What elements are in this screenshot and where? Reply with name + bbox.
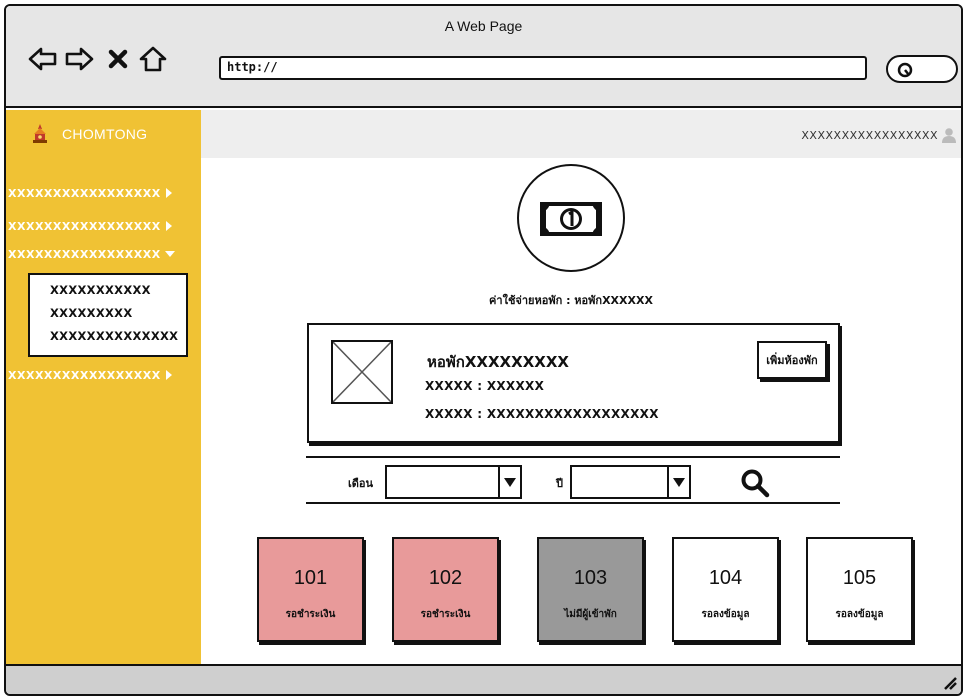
room-card-105[interactable]: 105 รอลงข้อมูล: [806, 537, 913, 642]
sidebar-item-label: XXXXXXXXXXXXXXXXX: [8, 368, 161, 382]
room-status: รอลงข้อมูล: [835, 609, 884, 620]
user-name: XXXXXXXXXXXXXXXXX: [801, 128, 938, 142]
dorm-detail-2: XXXXX : XXXXXXXXXXXXXXXXXX: [425, 407, 659, 421]
chevron-right-icon: [165, 221, 172, 231]
dropdown-arrow-icon[interactable]: [667, 467, 689, 497]
room-number: 101: [293, 567, 328, 589]
user-icon: [942, 128, 956, 143]
dorm-info-card: หอพักXXXXXXXXX XXXXX : XXXXXX XXXXX : XX…: [307, 323, 840, 443]
sidebar-item-label: XXXXXXXXXXXXXXXXX: [8, 219, 161, 233]
back-arrow-icon[interactable]: [26, 42, 60, 76]
room-card-102[interactable]: 102 รอชำระเงิน: [392, 537, 499, 642]
expense-title: ค่าใช้จ่ายหอพัก : หอพักXXXXXX: [489, 294, 653, 307]
add-room-button[interactable]: เพิ่มห้องพัก: [757, 341, 827, 379]
sidebar: XXXXXXXXXXXXXXXXX XXXXXXXXXXXXXXXXX XXXX…: [6, 158, 201, 668]
sidebar-item-1[interactable]: XXXXXXXXXXXXXXXXX: [6, 182, 201, 204]
brand[interactable]: CHOMTONG: [6, 110, 201, 158]
browser-chrome: A Web Page http://: [6, 6, 961, 108]
room-number: 102: [428, 567, 463, 589]
submenu-item[interactable]: XXXXXXXXXXXXXX: [50, 326, 186, 349]
sidebar-submenu: XXXXXXXXXXX XXXXXXXXX XXXXXXXXXXXXXX: [28, 273, 188, 357]
chevron-right-icon: [165, 188, 172, 198]
browser-search-field[interactable]: [886, 55, 958, 83]
room-card-101[interactable]: 101 รอชำระเงิน: [257, 537, 364, 642]
search-icon: [897, 62, 913, 78]
filter-bar: เดือน ปี: [306, 456, 840, 504]
submenu-item[interactable]: XXXXXXXXXXX: [50, 280, 186, 303]
room-status: รอชำระเงิน: [285, 609, 336, 620]
chevron-right-icon: [165, 370, 172, 380]
year-select[interactable]: [570, 465, 691, 499]
room-status: รอชำระเงิน: [420, 609, 471, 620]
dorm-name: หอพักXXXXXXXXX: [427, 353, 569, 371]
sidebar-item-label: XXXXXXXXXXXXXXXXX: [8, 186, 161, 200]
sidebar-item-2[interactable]: XXXXXXXXXXXXXXXXX: [6, 215, 201, 237]
room-card-104[interactable]: 104 รอลงข้อมูล: [672, 537, 779, 642]
app-header: CHOMTONG XXXXXXXXXXXXXXXXX: [6, 110, 961, 158]
year-label: ปี: [556, 477, 563, 490]
room-status: ไม่มีผู้เข้าพัก: [564, 609, 617, 620]
user-menu[interactable]: XXXXXXXXXXXXXXXXX: [801, 127, 957, 143]
room-status: รอลงข้อมูล: [701, 609, 750, 620]
month-label: เดือน: [348, 477, 374, 490]
room-number: 104: [708, 567, 743, 589]
room-number: 103: [573, 567, 608, 589]
window-title: A Web Page: [444, 18, 523, 34]
chevron-down-icon: [164, 251, 175, 257]
close-x-icon[interactable]: [101, 42, 135, 76]
dropdown-arrow-icon[interactable]: [498, 467, 520, 497]
room-number: 105: [842, 567, 877, 589]
temple-logo-icon: [33, 124, 47, 143]
room-card-103[interactable]: 103 ไม่มีผู้เข้าพัก: [537, 537, 644, 642]
home-icon[interactable]: [136, 42, 170, 76]
browser-window: A Web Page http:// CHOMTONG XXXXXXXXXXXX…: [4, 4, 963, 696]
dorm-image-placeholder: [331, 340, 393, 404]
money-bill-icon: [517, 164, 625, 272]
address-bar[interactable]: http://: [219, 56, 867, 80]
submenu-item[interactable]: XXXXXXXXX: [50, 303, 186, 326]
month-select[interactable]: [385, 465, 522, 499]
sidebar-item-4[interactable]: XXXXXXXXXXXXXXXXX: [6, 364, 201, 386]
forward-arrow-icon[interactable]: [62, 42, 96, 76]
status-bar: [6, 664, 961, 694]
sidebar-item-3[interactable]: XXXXXXXXXXXXXXXXX: [6, 243, 201, 265]
brand-name: CHOMTONG: [62, 126, 148, 142]
dorm-detail-1: XXXXX : XXXXXX: [425, 379, 545, 393]
search-icon[interactable]: [740, 468, 770, 498]
resize-grip-icon[interactable]: [941, 674, 957, 690]
sidebar-item-label: XXXXXXXXXXXXXXXXX: [8, 247, 161, 261]
